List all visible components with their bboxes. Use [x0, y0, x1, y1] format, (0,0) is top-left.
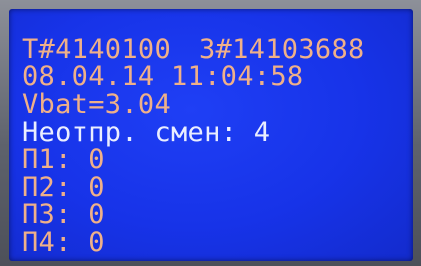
counter-line-4: П4: 0 — [22, 227, 105, 258]
counter-value: 0 — [88, 227, 105, 258]
datetime-line: 08.04.14 11:04:58 — [22, 61, 304, 92]
battery-line: Vbat=3.04 — [22, 89, 171, 120]
counter-line-3: П3: 0 — [22, 199, 105, 230]
counter-value: 0 — [88, 199, 105, 230]
header-line: T#4140100 3#14103688 — [22, 36, 365, 63]
date-value: 08.04.14 — [22, 61, 155, 92]
counter-line-2: П2: 0 — [22, 174, 105, 201]
counter-label: П4: — [22, 227, 72, 258]
unsent-shifts-line: Неотпр. смен: 4 — [22, 117, 271, 148]
counter-line-1: П1: 0 — [22, 144, 105, 175]
counter-value: 0 — [88, 144, 105, 175]
time-value: 11:04:58 — [171, 61, 304, 92]
counter-label: П3: — [22, 199, 72, 230]
lcd-screen: T#4140100 3#14103688 08.04.14 11:04:58 Vb… — [9, 9, 413, 261]
counter-label: П1: — [22, 144, 72, 175]
